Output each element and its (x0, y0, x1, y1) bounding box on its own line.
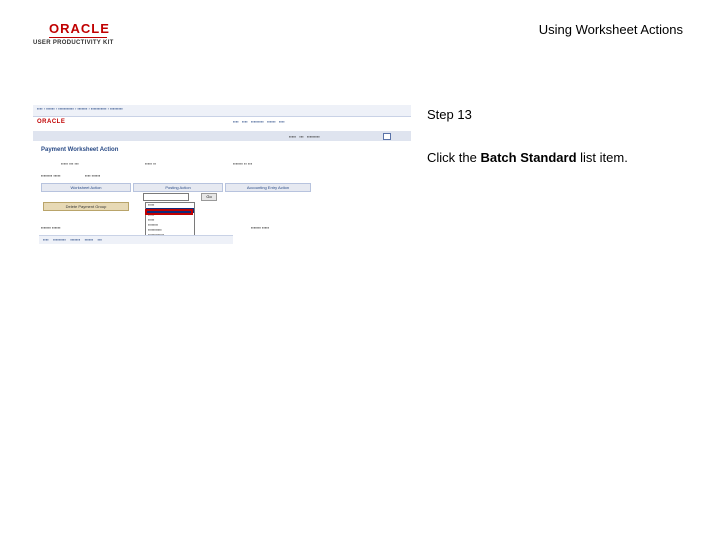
thumb-page-title: Payment Worksheet Action (41, 147, 119, 153)
step-number: Step 13 (427, 107, 472, 122)
worksheet-action-header: Worksheet Action (41, 183, 131, 192)
logo-subtitle: USER PRODUCTIVITY KIT (33, 40, 114, 46)
thumb-nav-bar: ▪▪▪▪ › ▪▪▪▪▪▪ › ▪▪▪▪▪▪▪▪▪▪▪ › ▪▪▪▪▪▪▪ › … (33, 105, 411, 117)
thumb-toolbar: ▪▪▪▪▪ ▪▪▪ ▪▪▪▪▪▪▪▪▪ (33, 131, 411, 141)
oracle-upk-logo: ORACLE USER PRODUCTIVITY KIT (33, 22, 125, 47)
step-instruction: Click the Batch Standard list item. (427, 150, 628, 165)
document-title: Using Worksheet Actions (538, 22, 683, 37)
instruction-suffix: list item. (576, 150, 628, 165)
highlight-box (145, 209, 193, 215)
logo-text: ORACLE (33, 22, 125, 38)
go-button[interactable]: Go (201, 193, 217, 201)
delete-payment-group-button[interactable]: Delete Payment Group (43, 202, 129, 211)
instruction-target: Batch Standard (480, 150, 577, 165)
thumb-bottom-bar: ▪▪▪▪ ▪▪▪▪▪▪▪▪▪ ▪▪▪▪▪▪▪ ▪▪▪▪▪▪ ▪▪▪ (39, 235, 233, 244)
posting-action-header: Posting Action (133, 183, 223, 192)
instruction-prefix: Click the (427, 150, 481, 165)
action-select[interactable] (143, 193, 189, 201)
thumb-logo: ORACLE (37, 119, 66, 125)
screenshot-thumbnail: ▪▪▪▪ › ▪▪▪▪▪▪ › ▪▪▪▪▪▪▪▪▪▪▪ › ▪▪▪▪▪▪▪ › … (33, 105, 411, 246)
window-icon (383, 133, 391, 140)
accounting-entry-action-header: Accounting Entry Action (225, 183, 311, 192)
